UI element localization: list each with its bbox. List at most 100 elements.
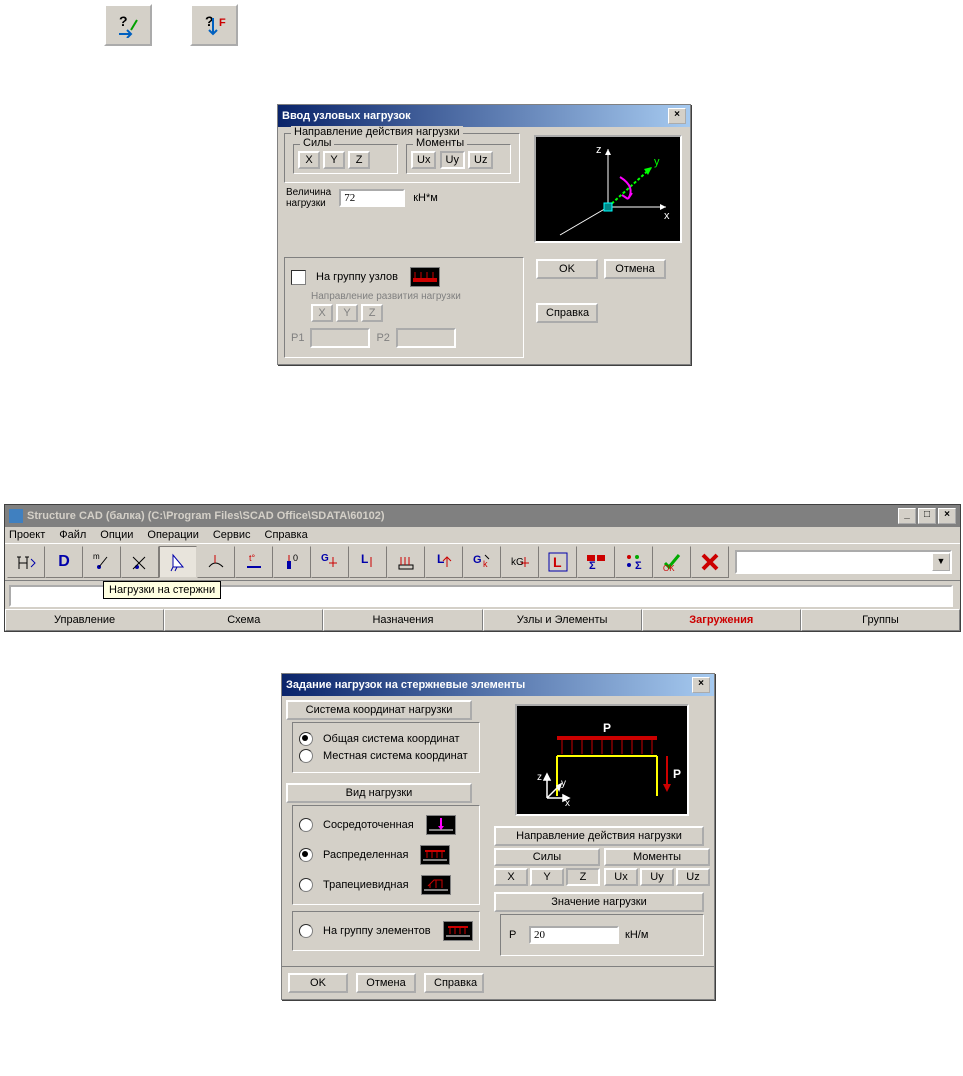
- menu-project[interactable]: Проект: [9, 529, 45, 541]
- chevron-down-icon[interactable]: ▼: [932, 553, 950, 571]
- svg-text:G: G: [321, 553, 329, 564]
- tab-control[interactable]: Управление: [5, 609, 164, 631]
- node-group-label: На группу узлов: [316, 271, 398, 283]
- local-coord-radio[interactable]: [299, 749, 313, 763]
- bar-direction-header[interactable]: Направление действия нагрузки: [494, 826, 704, 846]
- tool-18[interactable]: OK: [653, 546, 691, 578]
- tool-15[interactable]: L: [539, 546, 577, 578]
- moment-uy-button[interactable]: Uy: [440, 151, 465, 169]
- bar-force-y-button[interactable]: Y: [530, 868, 564, 886]
- svg-text:P: P: [603, 721, 611, 735]
- tool-14[interactable]: kG: [501, 546, 539, 578]
- force-z-button[interactable]: Z: [348, 151, 370, 169]
- tab-loadings[interactable]: Загружения: [642, 609, 801, 631]
- distributed-radio[interactable]: [299, 848, 313, 862]
- bar-load-title: Задание нагрузок на стержневые элементы: [286, 679, 525, 691]
- close-icon[interactable]: ×: [668, 108, 686, 124]
- bar-force-z-button[interactable]: Z: [566, 868, 600, 886]
- concentrated-radio[interactable]: [299, 818, 313, 832]
- bar-help-button[interactable]: Справка: [424, 973, 484, 993]
- bar-moments-header[interactable]: Моменты: [604, 848, 710, 866]
- p-value-input[interactable]: [529, 926, 619, 944]
- svg-text:z: z: [537, 772, 542, 783]
- maximize-icon[interactable]: □: [918, 508, 936, 524]
- bar-forces-header[interactable]: Силы: [494, 848, 600, 866]
- concentrated-icon: [426, 815, 456, 835]
- tool-02[interactable]: D: [45, 546, 83, 578]
- main-window: Structure CAD (балка) (C:\Program Files\…: [4, 504, 961, 632]
- tool-08[interactable]: 0: [273, 546, 311, 578]
- menu-file[interactable]: Файл: [59, 529, 86, 541]
- tab-bar: Управление Схема Назначения Узлы и Элеме…: [5, 609, 960, 631]
- tool-09[interactable]: G: [311, 546, 349, 578]
- magnitude-unit: кН*м: [413, 192, 438, 204]
- node-group-checkbox[interactable]: [291, 270, 306, 285]
- coordsys-header[interactable]: Система координат нагрузки: [286, 700, 472, 720]
- help-button[interactable]: Справка: [536, 303, 598, 323]
- menu-operations[interactable]: Операции: [147, 529, 198, 541]
- close-icon[interactable]: ×: [692, 677, 710, 693]
- tab-groups[interactable]: Группы: [801, 609, 960, 631]
- bar-value-header[interactable]: Значение нагрузки: [494, 892, 704, 912]
- force-y-button[interactable]: Y: [323, 151, 345, 169]
- nodal-load-titlebar: Ввод узловых нагрузок ×: [278, 105, 690, 127]
- tool-12[interactable]: L: [425, 546, 463, 578]
- tool-13[interactable]: Gk: [463, 546, 501, 578]
- minimize-icon[interactable]: _: [898, 508, 916, 524]
- bar-moment-ux-button[interactable]: Ux: [604, 868, 638, 886]
- moment-ux-button[interactable]: Ux: [411, 151, 436, 169]
- tool-06[interactable]: [197, 546, 235, 578]
- main-toolbar: D m t° 0 G L L Gk kG L Σ Σ OK ▼: [5, 543, 960, 581]
- menu-help[interactable]: Справка: [265, 529, 308, 541]
- tool-16[interactable]: Σ: [577, 546, 615, 578]
- tab-nodes-elements[interactable]: Узлы и Элементы: [483, 609, 642, 631]
- tool-01[interactable]: [7, 546, 45, 578]
- tool-19[interactable]: [691, 546, 729, 578]
- help-arrow-icon[interactable]: ?: [104, 4, 152, 46]
- svg-text:0: 0: [293, 553, 298, 563]
- menu-options[interactable]: Опции: [100, 529, 133, 541]
- svg-text:k: k: [483, 559, 488, 569]
- nodal-load-title: Ввод узловых нагрузок: [282, 110, 411, 122]
- tool-10[interactable]: L: [349, 546, 387, 578]
- bar-load-preview: P P z y x: [515, 704, 689, 816]
- ok-button[interactable]: OK: [536, 259, 598, 279]
- svg-text:G: G: [473, 554, 482, 566]
- dev-y-button: Y: [336, 304, 358, 322]
- p1-input: [310, 328, 370, 348]
- tool-03[interactable]: m: [83, 546, 121, 578]
- svg-text:y: y: [561, 778, 566, 789]
- tool-11[interactable]: [387, 546, 425, 578]
- moment-uz-button[interactable]: Uz: [468, 151, 493, 169]
- help-f-icon[interactable]: ? F: [190, 4, 238, 46]
- bar-moment-uy-button[interactable]: Uy: [640, 868, 674, 886]
- tool-04[interactable]: [121, 546, 159, 578]
- cancel-button[interactable]: Отмена: [604, 259, 666, 279]
- bar-ok-button[interactable]: OK: [288, 973, 348, 993]
- dev-direction-label: Направление развития нагрузки: [311, 291, 517, 302]
- tool-17[interactable]: Σ: [615, 546, 653, 578]
- tool-rod-loads[interactable]: [159, 546, 197, 578]
- global-coord-radio[interactable]: [299, 732, 313, 746]
- element-group-radio[interactable]: [299, 924, 313, 938]
- trapezoidal-radio[interactable]: [299, 878, 313, 892]
- global-coord-label: Общая система координат: [323, 733, 460, 745]
- p1-label: P1: [291, 332, 304, 344]
- loadtype-header[interactable]: Вид нагрузки: [286, 783, 472, 803]
- tool-07[interactable]: t°: [235, 546, 273, 578]
- bar-moment-uz-button[interactable]: Uz: [676, 868, 710, 886]
- axis-preview: x z y: [534, 135, 682, 243]
- bar-force-x-button[interactable]: X: [494, 868, 528, 886]
- force-x-button[interactable]: X: [298, 151, 320, 169]
- menu-service[interactable]: Сервис: [213, 529, 251, 541]
- magnitude-input[interactable]: [339, 189, 405, 207]
- close-icon[interactable]: ×: [938, 508, 956, 524]
- tab-assignments[interactable]: Назначения: [323, 609, 482, 631]
- magnitude-label: Величина нагрузки: [286, 187, 331, 209]
- app-title: Structure CAD (балка) (C:\Program Files\…: [27, 510, 385, 522]
- distributed-icon: [420, 845, 450, 865]
- svg-text:y: y: [654, 156, 660, 168]
- bar-cancel-button[interactable]: Отмена: [356, 973, 416, 993]
- concentrated-label: Сосредоточенная: [323, 819, 414, 831]
- tab-scheme[interactable]: Схема: [164, 609, 323, 631]
